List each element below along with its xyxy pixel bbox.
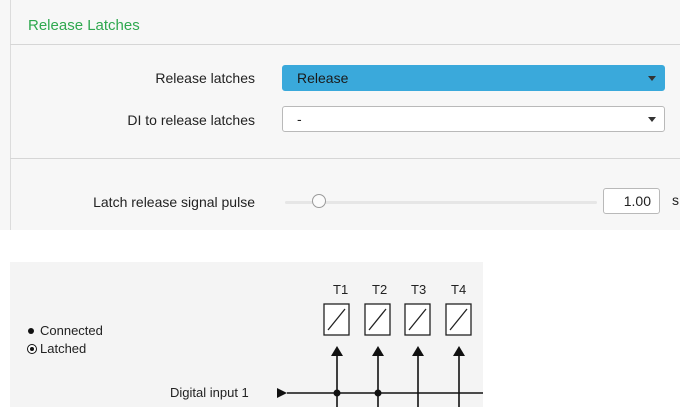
panel-border (10, 0, 11, 230)
divider (10, 158, 680, 159)
release-latches-value: Release (297, 70, 349, 86)
chevron-down-icon (648, 76, 656, 81)
pulse-label: Latch release signal pulse (93, 194, 255, 210)
release-latches-label: Release latches (155, 70, 255, 86)
release-latches-dropdown[interactable]: Release (282, 65, 665, 91)
terminal-label: T1 (333, 282, 349, 297)
pulse-slider-track[interactable] (285, 201, 597, 204)
terminal-label: T3 (411, 282, 427, 297)
pulse-input[interactable]: 1.00 (603, 188, 660, 214)
latched-dot-icon (27, 344, 37, 354)
di-release-dropdown[interactable]: - (282, 106, 665, 132)
di-release-label: DI to release latches (127, 112, 255, 128)
legend-connected: Connected (28, 323, 103, 338)
chevron-down-icon (648, 117, 656, 122)
legend-latched: Latched (27, 341, 86, 356)
terminal-label: T2 (372, 282, 388, 297)
section-title: Release Latches (28, 17, 140, 34)
divider (10, 44, 680, 45)
digital-input-label: Digital input 1 (170, 385, 249, 400)
pulse-unit: s (672, 192, 679, 208)
pulse-slider-handle[interactable] (312, 194, 326, 208)
di-release-value: - (297, 111, 302, 127)
terminal-label: T4 (451, 282, 467, 297)
connected-dot-icon (28, 328, 34, 334)
